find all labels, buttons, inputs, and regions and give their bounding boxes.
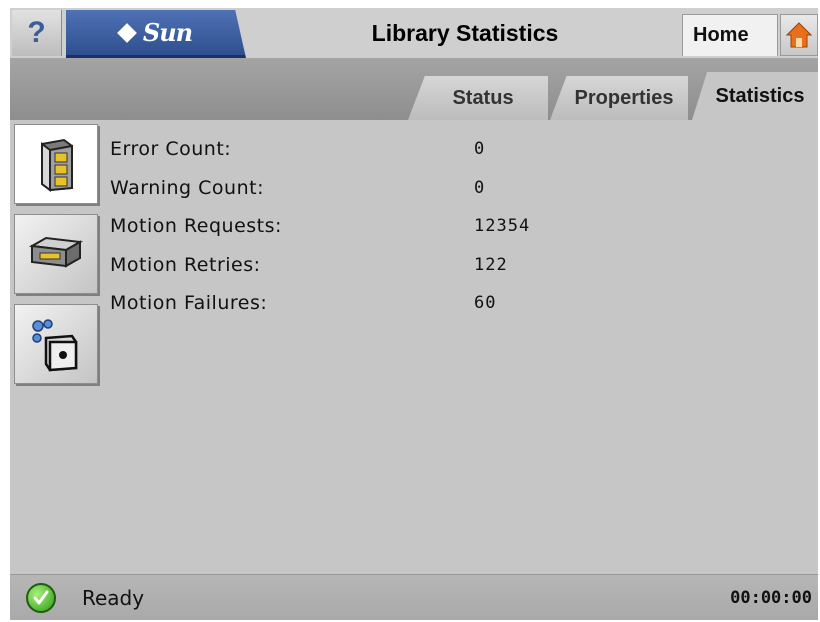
- stat-value: 122: [474, 254, 508, 275]
- stat-row-warning-count: Warning Count: 0: [110, 169, 630, 208]
- status-text: Ready: [82, 586, 145, 610]
- check-icon: [26, 583, 56, 613]
- stat-value: 0: [474, 139, 486, 160]
- sidebar-item-drive[interactable]: [14, 214, 98, 294]
- stat-row-error-count: Error Count: 0: [110, 130, 630, 169]
- library-icon: [41, 138, 73, 192]
- library-console-screen: ? Sun Library Statistics Home Status Pro…: [10, 8, 818, 620]
- stat-value: 60: [474, 293, 497, 314]
- tab-strip: Status Properties Statistics: [10, 58, 818, 120]
- sidebar-item-media[interactable]: [14, 304, 98, 384]
- title-bar: ? Sun Library Statistics Home: [10, 8, 818, 58]
- stat-label: Motion Retries:: [110, 253, 261, 276]
- checkmark-glyph: [33, 590, 49, 605]
- tab-statistics[interactable]: Statistics: [692, 72, 818, 120]
- tape-drive-icon: [28, 236, 84, 268]
- stat-row-motion-failures: Motion Failures: 60: [110, 284, 630, 323]
- stat-row-motion-requests: Motion Requests: 12354: [110, 207, 630, 246]
- help-button[interactable]: ?: [12, 10, 62, 56]
- home-button[interactable]: Home: [682, 14, 778, 56]
- stat-value: 12354: [474, 216, 531, 237]
- sun-logo: Sun: [66, 10, 246, 58]
- statistics-list: Error Count: 0 Warning Count: 0 Motion R…: [110, 130, 630, 323]
- page-title: Library Statistics: [371, 19, 559, 46]
- tab-status[interactable]: Status: [408, 76, 548, 120]
- tab-properties[interactable]: Properties: [550, 76, 688, 120]
- status-bar: Ready 00:00:00: [10, 574, 818, 620]
- stat-label: Motion Failures:: [110, 292, 268, 315]
- stat-label: Error Count:: [110, 138, 232, 161]
- logo-text: Sun: [142, 18, 193, 47]
- stat-label: Motion Requests:: [110, 215, 282, 238]
- sun-diamond-icon: [116, 22, 137, 43]
- media-cartridge-icon: [32, 319, 78, 372]
- home-icon-button[interactable]: [780, 14, 818, 56]
- stat-label: Warning Count:: [110, 176, 264, 199]
- sidebar-item-library[interactable]: [14, 124, 98, 204]
- stat-row-motion-retries: Motion Retries: 122: [110, 246, 630, 285]
- stat-value: 0: [474, 177, 486, 198]
- status-time: 00:00:00: [730, 588, 812, 608]
- house-icon: [786, 22, 812, 48]
